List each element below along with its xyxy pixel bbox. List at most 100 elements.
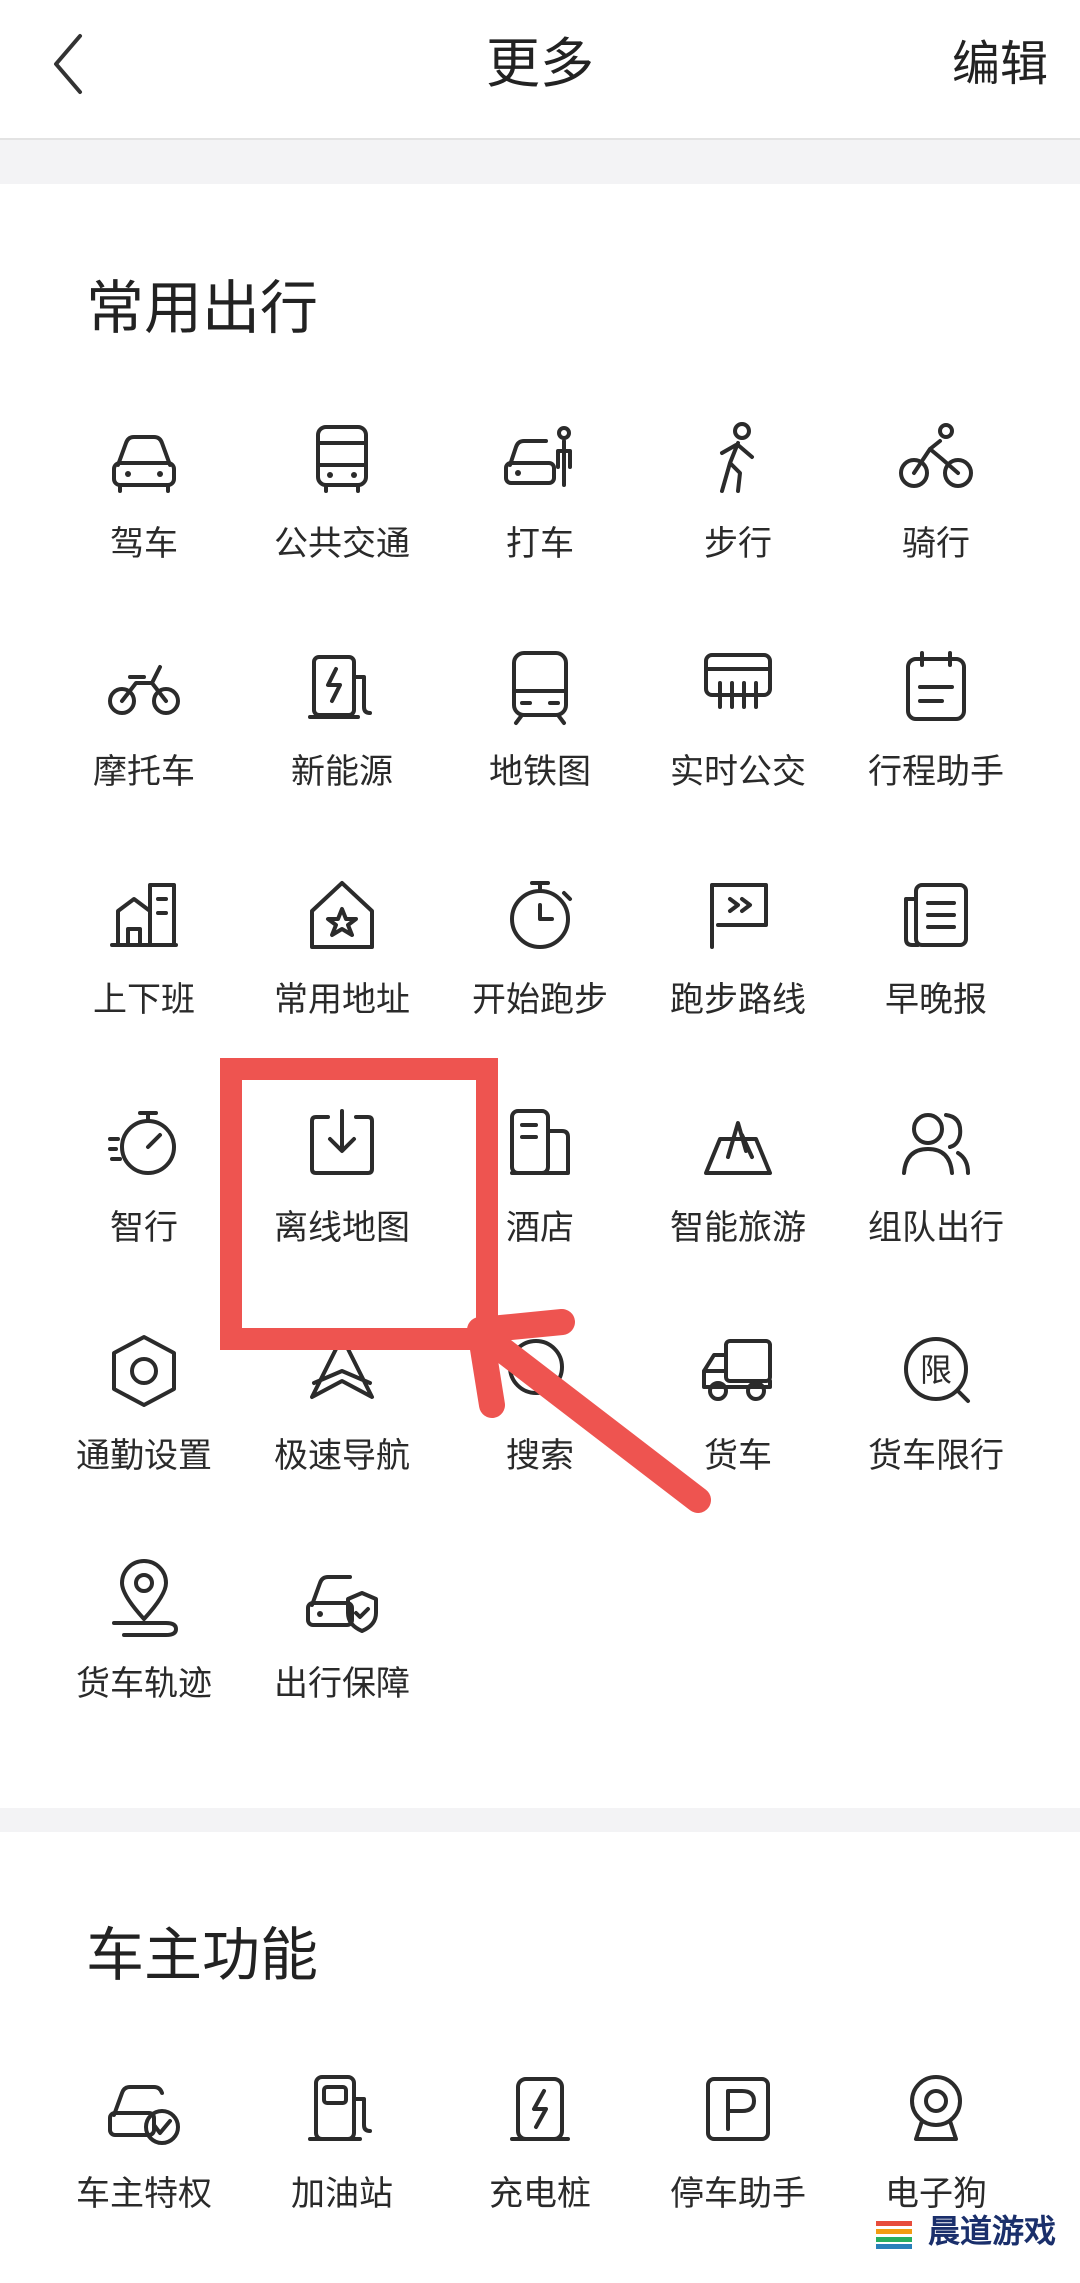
- tile-label: 充电桩: [489, 2174, 591, 2214]
- tile-label: 上下班: [93, 980, 195, 1020]
- hotel-icon: [500, 1103, 580, 1183]
- tile-parking[interactable]: 停车助手: [639, 2055, 837, 2283]
- tile-label: 组队出行: [868, 1208, 1004, 1248]
- group-icon: [896, 1103, 976, 1183]
- download-icon: [302, 1103, 382, 1183]
- truck-restriction-icon: 限: [896, 1331, 976, 1411]
- taxi-icon: [500, 419, 580, 499]
- tile-stopwatch[interactable]: 开始跑步: [441, 861, 639, 1089]
- search-icon: [500, 1331, 580, 1411]
- tile-gas-station[interactable]: 加油站: [243, 2055, 441, 2283]
- flag-icon: [698, 875, 778, 955]
- page-title: 更多: [486, 32, 594, 95]
- tile-label: 公共交通: [274, 524, 410, 564]
- tile-label: 停车助手: [670, 2174, 806, 2214]
- tile-car[interactable]: 驾车: [45, 405, 243, 633]
- tile-label: 骑行: [902, 524, 970, 564]
- tile-motorcycle[interactable]: 摩托车: [45, 633, 243, 861]
- tile-label: 货车: [704, 1436, 772, 1476]
- navigation-arrow-icon: [302, 1331, 382, 1411]
- charging-pile-icon: [500, 2069, 580, 2149]
- tile-search[interactable]: 搜索: [441, 1317, 639, 1545]
- tile-bus-stop[interactable]: 实时公交: [639, 633, 837, 861]
- section-divider: [0, 140, 1080, 184]
- scenic-icon: [698, 1103, 778, 1183]
- tile-truck-restriction[interactable]: 限货车限行: [837, 1317, 1035, 1545]
- tile-taxi[interactable]: 打车: [441, 405, 639, 633]
- tile-subway[interactable]: 地铁图: [441, 633, 639, 861]
- bus-icon: [302, 419, 382, 499]
- home-star-icon: [302, 875, 382, 955]
- tile-label: 通勤设置: [76, 1436, 212, 1476]
- tile-download[interactable]: 离线地图: [243, 1089, 441, 1317]
- tile-scenic[interactable]: 智能旅游: [639, 1089, 837, 1317]
- car-shield-icon: [302, 1559, 382, 1639]
- parking-icon: [698, 2069, 778, 2149]
- tile-home-star[interactable]: 常用地址: [243, 861, 441, 1089]
- tile-label: 步行: [704, 524, 772, 564]
- hexagon-settings-icon: [104, 1331, 184, 1411]
- tile-label: 驾车: [110, 524, 178, 564]
- tile-label: 智能旅游: [670, 1208, 806, 1248]
- tile-label: 跑步路线: [670, 980, 806, 1020]
- tile-charging-station[interactable]: 新能源: [243, 633, 441, 861]
- tile-label: 搜索: [506, 1436, 574, 1476]
- header-bar: 更多 编辑: [0, 0, 1080, 140]
- common-travel-grid: 驾车 公共交通 打车 步行 骑行摩托车 新能源 地铁图 实时公交 行程助手上下班 常用地址 开始跑步…: [0, 405, 1080, 1773]
- motorcycle-icon: [104, 647, 184, 727]
- tile-charging-pile[interactable]: 充电桩: [441, 2055, 639, 2283]
- walk-icon: [698, 419, 778, 499]
- tile-hexagon-settings[interactable]: 通勤设置: [45, 1317, 243, 1545]
- svg-text:限: 限: [920, 1351, 952, 1389]
- tile-label: 离线地图: [274, 1208, 410, 1248]
- bike-icon: [896, 419, 976, 499]
- tile-calendar[interactable]: 行程助手: [837, 633, 1035, 861]
- tile-bus[interactable]: 公共交通: [243, 405, 441, 633]
- car-check-icon: [104, 2069, 184, 2149]
- tile-label: 实时公交: [670, 752, 806, 792]
- camera-icon: [896, 2069, 976, 2149]
- tile-bike[interactable]: 骑行: [837, 405, 1035, 633]
- tile-flag[interactable]: 跑步路线: [639, 861, 837, 1089]
- tile-navigation-arrow[interactable]: 极速导航: [243, 1317, 441, 1545]
- stopwatch-icon: [500, 875, 580, 955]
- truck-icon: [698, 1331, 778, 1411]
- tile-office[interactable]: 上下班: [45, 861, 243, 1089]
- watermark-text: 晨道游戏: [927, 2212, 1056, 2250]
- tile-walk[interactable]: 步行: [639, 405, 837, 633]
- tile-speed-timer[interactable]: 智行: [45, 1089, 243, 1317]
- tile-label: 地铁图: [489, 752, 591, 792]
- office-icon: [104, 875, 184, 955]
- tile-hotel[interactable]: 酒店: [441, 1089, 639, 1317]
- gas-station-icon: [302, 2069, 382, 2149]
- tile-group[interactable]: 组队出行: [837, 1089, 1035, 1317]
- car-icon: [104, 419, 184, 499]
- tile-location-track[interactable]: 货车轨迹: [45, 1545, 243, 1773]
- tile-label: 早晚报: [885, 980, 987, 1020]
- tile-label: 打车: [506, 524, 574, 564]
- tile-car-shield[interactable]: 出行保障: [243, 1545, 441, 1773]
- tile-newspaper[interactable]: 早晚报: [837, 861, 1035, 1089]
- section-divider: [0, 1808, 1080, 1832]
- tile-label: 摩托车: [93, 752, 195, 792]
- calendar-icon: [896, 647, 976, 727]
- owner-features-grid: 车主特权 加油站 充电桩 停车助手 电子狗: [0, 2055, 1080, 2283]
- section-title-owner-features: 车主功能: [86, 1921, 319, 1989]
- tile-label: 开始跑步: [472, 980, 608, 1020]
- tile-label: 智行: [110, 1208, 178, 1248]
- tile-car-check[interactable]: 车主特权: [45, 2055, 243, 2283]
- speed-timer-icon: [104, 1103, 184, 1183]
- tile-label: 行程助手: [868, 752, 1004, 792]
- subway-icon: [500, 647, 580, 727]
- tile-label: 新能源: [291, 752, 393, 792]
- section-title-common-travel: 常用出行: [86, 274, 319, 342]
- tile-label: 电子狗: [885, 2174, 987, 2214]
- tile-label: 常用地址: [274, 980, 410, 1020]
- edit-button[interactable]: 编辑: [952, 28, 1048, 100]
- watermark-logo-icon: [876, 2221, 912, 2249]
- tile-truck[interactable]: 货车: [639, 1317, 837, 1545]
- tile-label: 加油站: [291, 2174, 393, 2214]
- tile-label: 极速导航: [274, 1436, 410, 1476]
- tile-label: 货车限行: [868, 1436, 1004, 1476]
- tile-label: 酒店: [506, 1208, 574, 1248]
